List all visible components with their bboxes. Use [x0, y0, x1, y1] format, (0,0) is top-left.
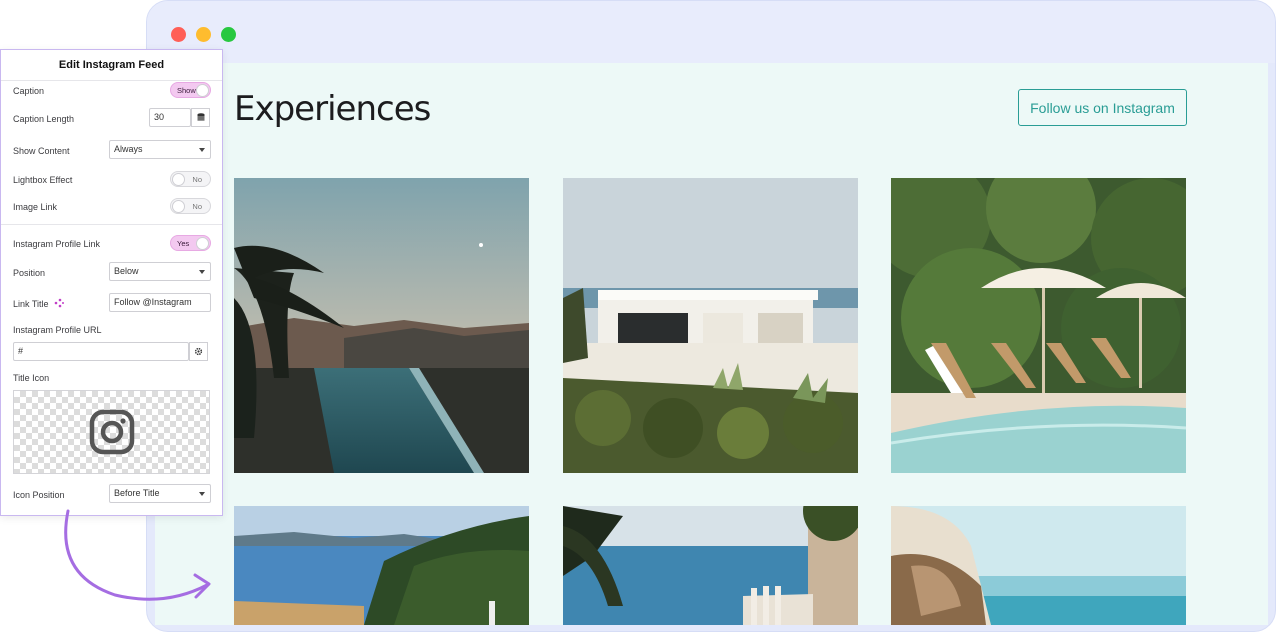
chevron-down-icon [199, 492, 205, 496]
chevron-down-icon [199, 270, 205, 274]
show-content-select[interactable]: Always [109, 140, 211, 159]
chevron-down-icon [199, 148, 205, 152]
title-icon-label: Title Icon [13, 373, 50, 383]
profile-url-label: Instagram Profile URL [13, 325, 102, 335]
instagram-photo[interactable] [563, 506, 858, 625]
browser-titlebar [147, 1, 1275, 63]
instagram-photo[interactable] [234, 506, 529, 625]
lightbox-effect-label: Lightbox Effect [13, 175, 73, 185]
maximize-window-dot[interactable] [221, 27, 236, 42]
curved-arrow-icon [64, 509, 211, 601]
browser-window: Experiences Follow us on Instagram [146, 0, 1276, 632]
gear-icon[interactable] [189, 342, 208, 361]
screenshot-stage: Experiences Follow us on Instagram Edit … [0, 0, 1276, 633]
caption-toggle[interactable]: Show [170, 82, 211, 98]
instagram-photo[interactable] [891, 506, 1186, 625]
link-title-input[interactable]: Follow @Instagram [109, 293, 211, 312]
link-title-label: Link Title [13, 299, 49, 309]
position-label: Position [13, 268, 46, 278]
edit-instagram-feed-panel: Edit Instagram Feed Caption Show Caption… [0, 49, 223, 516]
database-icon[interactable] [191, 108, 210, 127]
follow-instagram-button[interactable]: Follow us on Instagram [1018, 89, 1187, 126]
profile-link-toggle[interactable]: Yes [170, 235, 211, 251]
section-divider [1, 224, 222, 225]
caption-length-label: Caption Length [13, 114, 75, 124]
profile-link-label: Instagram Profile Link [13, 239, 101, 249]
image-link-toggle[interactable]: No [170, 198, 211, 214]
close-window-dot[interactable] [171, 27, 186, 42]
caption-length-input[interactable]: 30 [149, 108, 191, 127]
instagram-icon [89, 409, 135, 455]
icon-position-select[interactable]: Before Title [109, 484, 211, 503]
lightbox-effect-toggle[interactable]: No [170, 171, 211, 187]
instagram-photo[interactable] [234, 178, 529, 473]
instagram-photo[interactable] [891, 178, 1186, 473]
position-select[interactable]: Below [109, 262, 211, 281]
show-content-label: Show Content [13, 146, 70, 156]
caption-label: Caption [13, 86, 45, 96]
icon-position-label: Icon Position [13, 490, 65, 500]
minimize-window-dot[interactable] [196, 27, 211, 42]
dynamic-tags-icon[interactable] [54, 298, 64, 310]
title-icon-picker[interactable] [13, 390, 210, 474]
page-title: Experiences [234, 89, 431, 129]
profile-url-input[interactable]: # [13, 342, 189, 361]
page-viewport: Experiences Follow us on Instagram [155, 63, 1268, 625]
instagram-photo[interactable] [563, 178, 858, 473]
panel-title: Edit Instagram Feed [1, 50, 222, 81]
image-link-label: Image Link [13, 202, 58, 212]
